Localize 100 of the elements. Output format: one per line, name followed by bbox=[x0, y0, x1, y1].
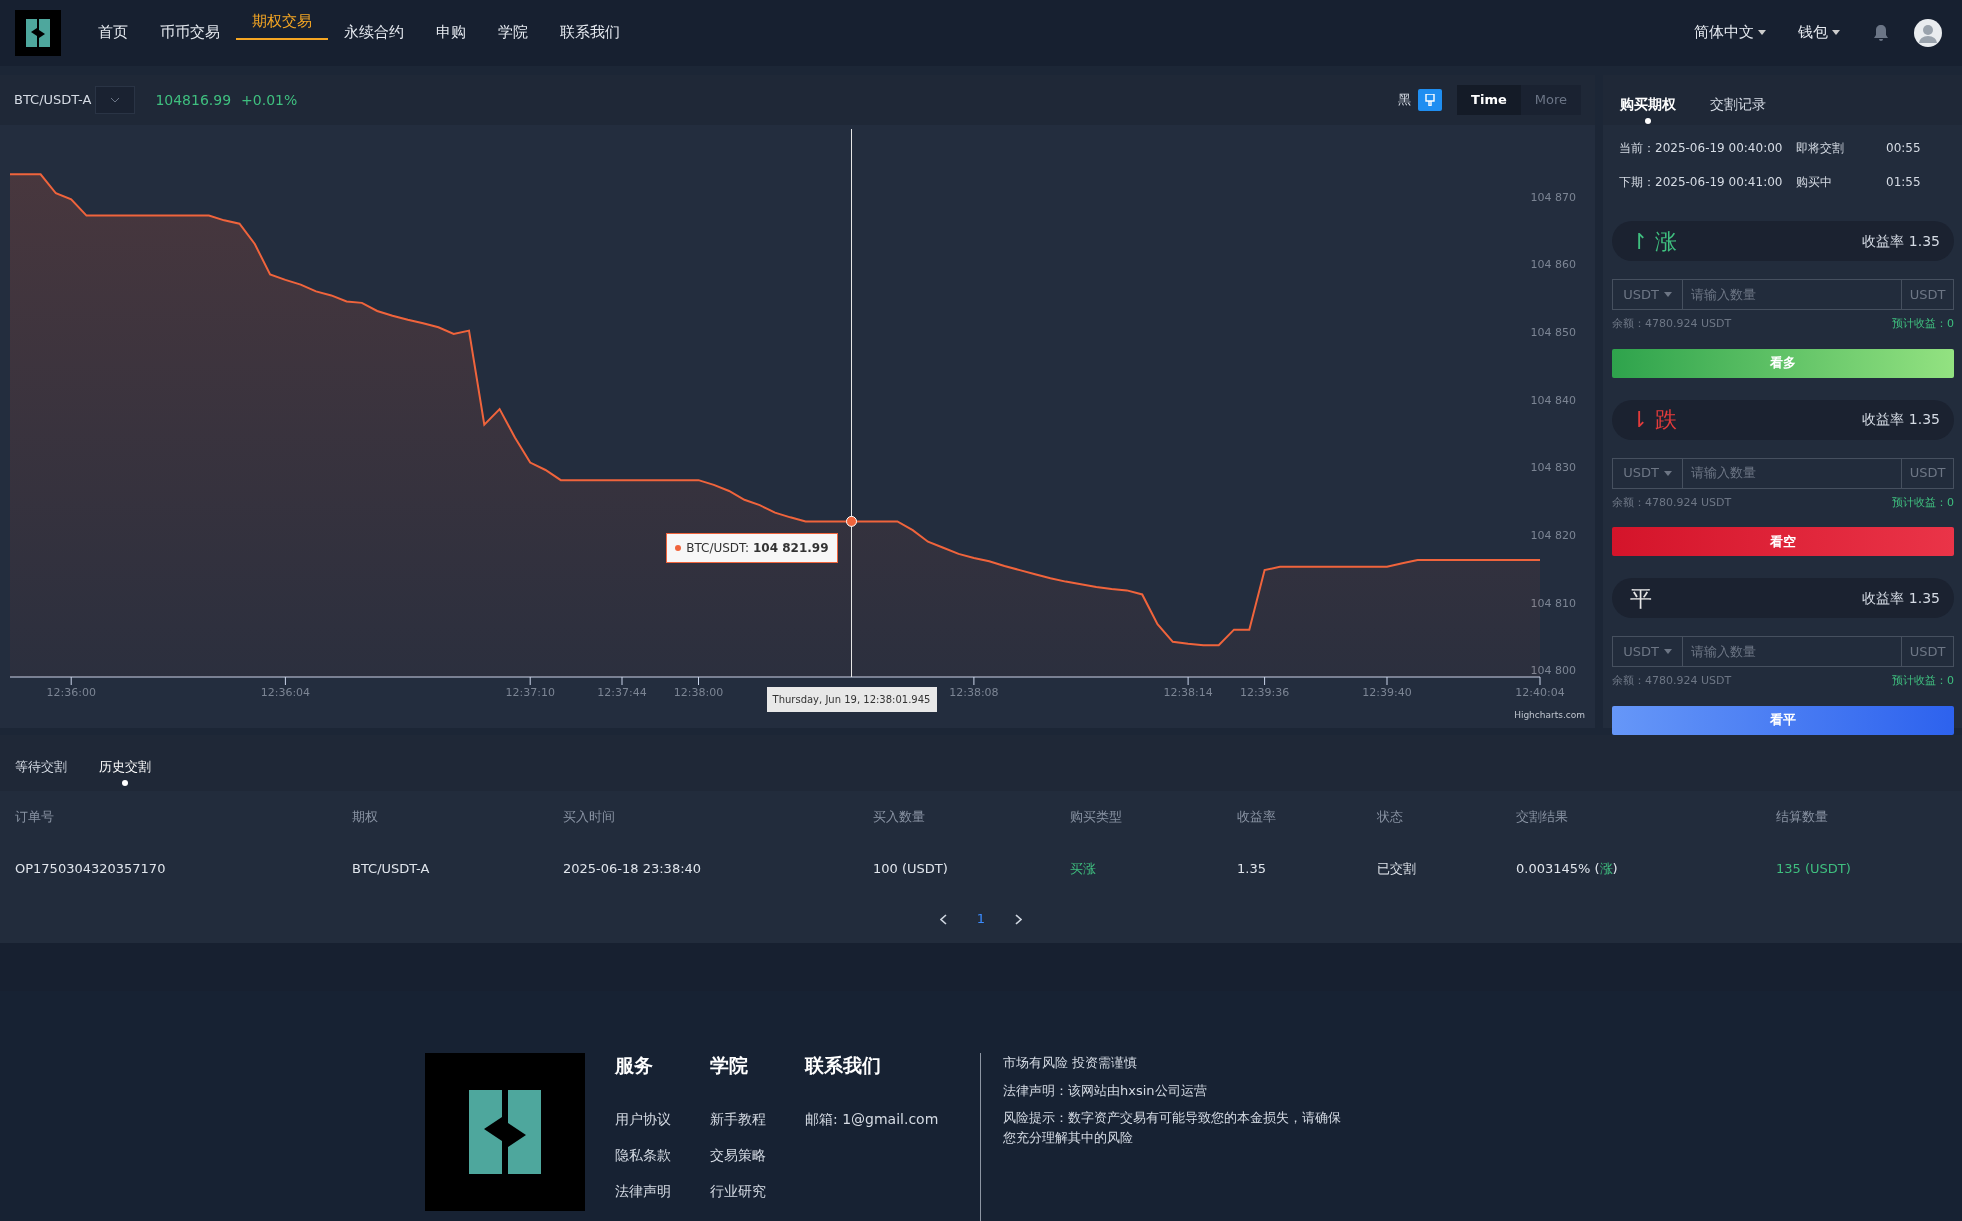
chevron-icon bbox=[111, 97, 120, 103]
axis-label: 104 850 bbox=[1530, 325, 1576, 339]
direction-label: 平 bbox=[1630, 584, 1652, 613]
next-page-icon[interactable] bbox=[1015, 913, 1023, 925]
notice-text: 风险提示：数字资产交易有可能导致您的本金损失，请确保您充分理解其中的风险 bbox=[1003, 1109, 1342, 1147]
axis-label: 12:39:40 bbox=[1362, 686, 1412, 699]
column-header: 订单号 bbox=[15, 808, 55, 827]
change-text: +0.01% bbox=[241, 90, 298, 110]
caret-icon bbox=[1663, 649, 1672, 654]
axis-label: 12:38:08 bbox=[949, 686, 999, 699]
direction-label: ↾ 涨 bbox=[1630, 227, 1678, 256]
nav-item[interactable]: 学院 bbox=[482, 0, 544, 66]
axis-label: 12:37:10 bbox=[505, 686, 555, 699]
column-header: 状态 bbox=[1377, 808, 1404, 827]
avatar[interactable] bbox=[1914, 19, 1942, 47]
column-header: 交割结果 bbox=[1516, 808, 1569, 827]
nav-item[interactable]: 首页 bbox=[82, 0, 144, 66]
table-cell-text: 已交割 bbox=[1377, 860, 1417, 879]
nav-item[interactable]: 申购 bbox=[420, 0, 482, 66]
column-header: 买入数量 bbox=[873, 808, 926, 827]
yield-rate: 收益率 1.35 bbox=[1862, 410, 1940, 429]
nav-item[interactable]: 联系我们 bbox=[544, 0, 636, 66]
footer-link[interactable]: 行业研究 bbox=[710, 1181, 805, 1201]
footer-heading: 学院 bbox=[710, 1053, 749, 1077]
symbol-label: BTC/USDT-A bbox=[14, 91, 92, 110]
footer-link[interactable]: 法律声明 bbox=[615, 1181, 710, 1201]
bell-icon[interactable] bbox=[1874, 25, 1888, 41]
credit-text: Highcharts.com bbox=[1514, 708, 1585, 722]
notice-text: 市场有风险 投资需谨慎 bbox=[1003, 1054, 1139, 1072]
balance-text: 余额：4780.924 USDT bbox=[1612, 673, 1732, 689]
language-dropdown[interactable]: 简体中文 bbox=[1678, 0, 1782, 66]
hover-point bbox=[846, 515, 857, 527]
direction-label: ⇂ 跌 bbox=[1630, 406, 1678, 434]
trade-button[interactable]: 看空 bbox=[1612, 527, 1954, 556]
period-status: 购买中 bbox=[1796, 174, 1833, 191]
nav-item[interactable]: 期权交易 bbox=[236, 4, 328, 40]
axis-label: 12:39:36 bbox=[1239, 686, 1290, 699]
unit-label: USDT bbox=[1901, 637, 1953, 666]
axis-label: 104 870 bbox=[1530, 190, 1576, 204]
countdown: 00:55 bbox=[1886, 140, 1922, 157]
logo bbox=[15, 10, 61, 56]
expected-profit: 预计收益：0 bbox=[1892, 494, 1954, 511]
notice-text: 法律声明：该网站由hxsin公司运营 bbox=[1003, 1081, 1208, 1100]
column-header: 买入时间 bbox=[563, 808, 616, 827]
pin-button[interactable] bbox=[1418, 89, 1443, 111]
caret-icon bbox=[1663, 470, 1672, 476]
axis-label: 104 830 bbox=[1530, 461, 1576, 475]
period-status: 即将交割 bbox=[1796, 140, 1845, 157]
unit-label: USDT bbox=[1901, 280, 1953, 309]
table-cell-text: 买涨 bbox=[1070, 860, 1097, 879]
yield-rate: 收益率 1.35 bbox=[1862, 588, 1940, 608]
footer-heading: 联系我们 bbox=[805, 1053, 882, 1077]
caret-icon bbox=[1758, 29, 1766, 35]
nav-item[interactable]: 永续合约 bbox=[328, 0, 420, 66]
table-cell-text: 1.35 bbox=[1237, 860, 1267, 879]
crosshair-label: Thursday, Jun 19, 12:38:01.945 bbox=[766, 687, 937, 712]
table-cell-text: OP1750304320357170 bbox=[15, 860, 167, 879]
range-button[interactable]: Time bbox=[1457, 85, 1521, 115]
axis-label: 12:36:04 bbox=[260, 686, 311, 699]
footer-link[interactable]: 用户协议 bbox=[615, 1109, 710, 1129]
period-time: 下期：2025-06-19 00:41:00 bbox=[1619, 174, 1784, 191]
axis-label: 12:40:04 bbox=[1515, 686, 1565, 699]
orders-tab[interactable]: 历史交割 bbox=[99, 757, 151, 786]
orders-tab[interactable]: 等待交割 bbox=[15, 757, 67, 777]
axis-label: 104 840 bbox=[1530, 393, 1576, 407]
axis-label: 104 810 bbox=[1530, 596, 1576, 610]
panel-tab[interactable]: 购买期权 bbox=[1620, 93, 1676, 124]
axis-label: 104 800 bbox=[1530, 664, 1576, 678]
unit-label: USDT bbox=[1901, 458, 1953, 488]
page-number[interactable]: 1 bbox=[976, 909, 986, 929]
table-cell-text: 0.003145% (涨) bbox=[1516, 860, 1619, 879]
axis-label: 12:36:00 bbox=[46, 686, 96, 699]
column-header: 期权 bbox=[352, 808, 379, 827]
nav-item[interactable]: 币币交易 bbox=[144, 0, 236, 66]
yield-rate: 收益率 1.35 bbox=[1862, 231, 1940, 251]
balance-text: 余额：4780.924 USDT bbox=[1612, 316, 1732, 332]
footer-link[interactable]: 交易策略 bbox=[710, 1145, 805, 1165]
annotation: BTC/USDT: 104 821.99 bbox=[686, 540, 829, 558]
pin-icon bbox=[1425, 94, 1436, 106]
wallet-dropdown[interactable]: 钱包 bbox=[1782, 0, 1856, 66]
axis-label: 104 820 bbox=[1530, 528, 1576, 542]
axis-label: 104 860 bbox=[1530, 258, 1576, 272]
period-time: 当前：2025-06-19 00:40:00 bbox=[1619, 140, 1784, 157]
tooltip: BTC/USDT: 104 821.99 bbox=[666, 533, 838, 564]
table-cell-text: 135 (USDT) bbox=[1776, 860, 1852, 879]
axis-label: 12:37:44 bbox=[597, 686, 647, 699]
expected-profit: 预计收益：0 bbox=[1892, 316, 1954, 332]
price-text: 104816.99 bbox=[155, 90, 232, 110]
column-header: 结算数量 bbox=[1776, 808, 1829, 827]
previous-page-icon[interactable] bbox=[939, 913, 947, 925]
table-cell-text: 2025-06-18 23:38:40 bbox=[563, 860, 703, 879]
panel-tab[interactable]: 交割记录 bbox=[1710, 93, 1766, 115]
footer-link[interactable]: 邮箱: 1@gmail.com bbox=[805, 1109, 980, 1129]
column-header: 收益率 bbox=[1237, 808, 1277, 827]
countdown: 01:55 bbox=[1886, 174, 1922, 191]
theme-label: 黑 bbox=[1398, 91, 1412, 110]
footer-link[interactable]: 新手教程 bbox=[710, 1109, 805, 1129]
trade-button[interactable]: 看平 bbox=[1612, 705, 1954, 735]
footer-link[interactable]: 隐私条款 bbox=[615, 1145, 710, 1165]
column-header: 购买类型 bbox=[1070, 808, 1123, 827]
